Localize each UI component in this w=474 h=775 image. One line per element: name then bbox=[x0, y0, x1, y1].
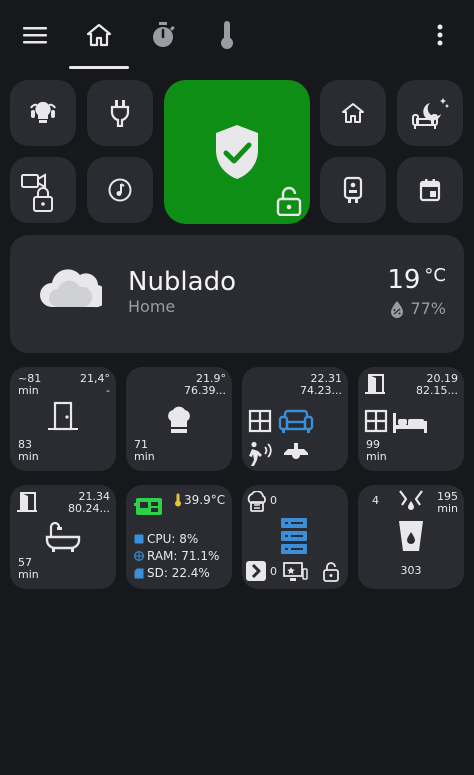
sd-usage-value: SD: 22.4% bbox=[147, 566, 210, 580]
ram-usage: RAM: 71.1% bbox=[134, 550, 219, 562]
cloud-count: 0 bbox=[270, 494, 277, 507]
cloud-download-icon bbox=[247, 491, 266, 512]
home-outline-icon bbox=[342, 103, 364, 123]
room-last-motion: 99 min bbox=[366, 438, 387, 463]
plugs-tile[interactable] bbox=[87, 80, 153, 146]
power-plug-icon bbox=[110, 100, 130, 127]
monitor-star-icon bbox=[283, 562, 308, 581]
home-icon bbox=[86, 23, 112, 47]
cloudy-weather-icon bbox=[40, 269, 102, 308]
server-icon bbox=[281, 518, 307, 554]
weather-temperature: 19 °C bbox=[387, 265, 446, 295]
cameras-tile[interactable] bbox=[10, 157, 76, 223]
weather-humidity: 77% bbox=[390, 299, 446, 318]
cpu-usage: CPU: 8% bbox=[134, 533, 198, 545]
tab-home[interactable] bbox=[84, 20, 114, 50]
cpu-temperature: 39.9°C bbox=[174, 493, 225, 507]
more-vert-icon[interactable] bbox=[428, 20, 452, 50]
shield-check-icon bbox=[216, 125, 258, 179]
music-circle-icon bbox=[108, 178, 132, 202]
calendar-tile[interactable] bbox=[397, 157, 463, 223]
lock-open-icon bbox=[323, 562, 339, 582]
server-card[interactable]: 0 0 bbox=[242, 485, 348, 589]
chef-hat-icon bbox=[168, 406, 190, 433]
tab-climate[interactable] bbox=[212, 19, 242, 51]
room-temperature: 21,4° - bbox=[80, 372, 110, 397]
night-mode-tile[interactable] bbox=[397, 80, 463, 146]
cpu-temperature-value: 39.9°C bbox=[184, 493, 226, 507]
room-temperature: 20.19 82.15... bbox=[416, 372, 458, 397]
room-temperature: 21.9° 76.39... bbox=[184, 372, 226, 397]
menu-icon[interactable] bbox=[20, 20, 50, 50]
door-icon bbox=[48, 401, 78, 431]
motion-sensor-icon bbox=[249, 441, 272, 466]
active-tab-indicator bbox=[69, 66, 129, 69]
water-card[interactable]: 4 195 min 303 bbox=[358, 485, 464, 589]
door-open-icon bbox=[365, 374, 385, 394]
pipe-leak-icon bbox=[399, 490, 423, 510]
security-alarm-tile[interactable] bbox=[164, 80, 310, 224]
video-lock-icon bbox=[21, 173, 53, 212]
temperature-value: 19 bbox=[387, 265, 421, 295]
globe-icon bbox=[134, 551, 144, 561]
room-card-bedroom[interactable]: 20.19 82.15... 99 min bbox=[358, 367, 464, 471]
timer-icon bbox=[153, 22, 175, 47]
water-percent-icon bbox=[391, 300, 404, 318]
system-monitor-card[interactable]: 39.9°C CPU: 8% RAM: 71.1% SD: 22.4% bbox=[126, 485, 232, 589]
water-leak-count: 4 bbox=[372, 494, 379, 507]
humidity-value: 77% bbox=[410, 299, 446, 318]
room-card-entrance[interactable]: ~81 min 21,4° - 83 min bbox=[10, 367, 116, 471]
lock-open-icon bbox=[276, 186, 302, 216]
weather-condition: Nublado bbox=[128, 267, 236, 297]
music-tile[interactable] bbox=[87, 157, 153, 223]
weather-location: Home bbox=[128, 297, 176, 316]
bed-icon bbox=[393, 413, 427, 433]
room-temperature: 22.31 74.23... bbox=[300, 372, 342, 397]
room-card-kitchen[interactable]: 21.9° 76.39... 71 min bbox=[126, 367, 232, 471]
door-open-icon bbox=[17, 492, 37, 512]
temperature-unit: °C bbox=[424, 265, 446, 286]
plex-icon[interactable] bbox=[246, 561, 266, 581]
top-app-bar bbox=[0, 0, 474, 70]
sd-usage: SD: 22.4% bbox=[134, 567, 210, 579]
room-card-living-room[interactable]: 22.31 74.23... bbox=[242, 367, 348, 471]
media-count: 0 bbox=[270, 565, 277, 578]
room-temperature: 21.34 80.24... bbox=[68, 490, 110, 515]
sd-card-icon bbox=[134, 568, 144, 578]
calendar-icon bbox=[419, 179, 441, 202]
room-card-bathroom[interactable]: 21.34 80.24... 57 min bbox=[10, 485, 116, 589]
ram-usage-value: RAM: 71.1% bbox=[147, 549, 220, 563]
water-glass-icon bbox=[399, 521, 423, 551]
room-occupancy-time: ~81 min bbox=[18, 372, 42, 397]
window-icon bbox=[364, 409, 388, 433]
lights-tile[interactable] bbox=[10, 80, 76, 146]
tab-timer[interactable] bbox=[148, 19, 178, 51]
boiler-tile[interactable] bbox=[320, 157, 386, 223]
thermometer-icon bbox=[221, 21, 233, 49]
home-mode-tile[interactable] bbox=[320, 80, 386, 146]
lightbulb-group-icon bbox=[30, 101, 56, 123]
water-heater-icon bbox=[343, 176, 363, 203]
weather-card[interactable]: Nublado Home 19 °C 77% bbox=[10, 235, 464, 353]
sofa-night-icon bbox=[412, 98, 449, 129]
bathtub-icon bbox=[45, 521, 81, 552]
thermometer-icon bbox=[175, 493, 181, 507]
water-consumption: 303 bbox=[400, 564, 422, 577]
water-last-use: 195 min bbox=[437, 490, 458, 515]
window-icon bbox=[248, 409, 272, 433]
memory-icon bbox=[134, 534, 144, 544]
room-last-motion: 71 min bbox=[134, 438, 155, 463]
raspberry-pi-board-icon bbox=[134, 498, 162, 515]
ceiling-light-icon bbox=[284, 443, 308, 459]
room-last-motion: 83 min bbox=[18, 438, 39, 463]
room-last-motion: 57 min bbox=[18, 556, 39, 581]
cpu-usage-value: CPU: 8% bbox=[147, 532, 199, 546]
sofa-icon bbox=[278, 409, 314, 433]
